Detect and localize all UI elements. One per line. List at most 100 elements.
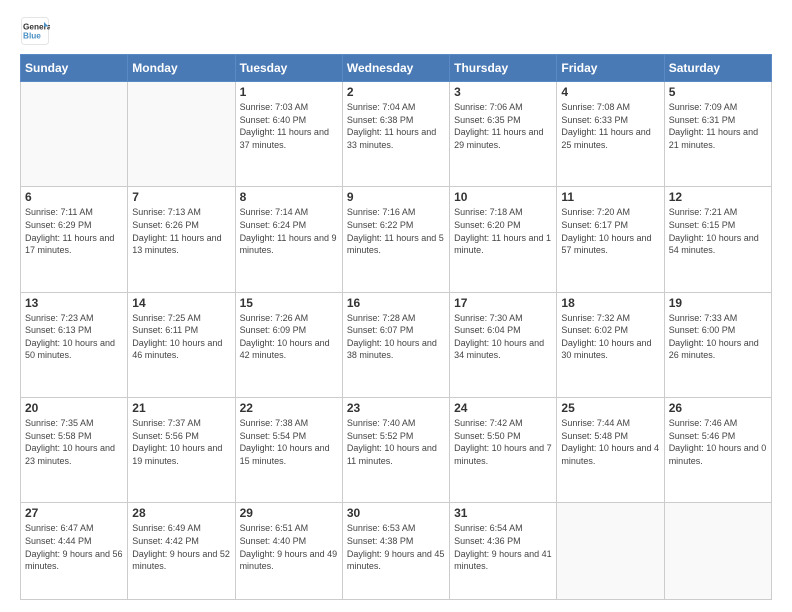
calendar-cell: 11Sunrise: 7:20 AM Sunset: 6:17 PM Dayli… [557, 187, 664, 292]
week-row-1: 1Sunrise: 7:03 AM Sunset: 6:40 PM Daylig… [21, 82, 772, 187]
calendar-cell: 30Sunrise: 6:53 AM Sunset: 4:38 PM Dayli… [342, 503, 449, 600]
calendar-cell [21, 82, 128, 187]
weekday-header-friday: Friday [557, 55, 664, 82]
logo: General Blue [20, 16, 54, 46]
day-number: 27 [25, 506, 123, 520]
day-number: 28 [132, 506, 230, 520]
calendar-cell: 13 Sunrise: 7:23 AM Sunset: 6:13 PM Dayli… [21, 292, 128, 397]
day-number: 3 [454, 85, 552, 99]
day-number: 22 [240, 401, 338, 415]
calendar-cell: 31 Sunrise: 6:54 AM Sunset: 4:36 PM Dayli… [450, 503, 557, 600]
day-number: 11 [561, 190, 659, 204]
calendar-cell: 26 Sunrise: 7:46 AM Sunset: 5:46 PM Dayli… [664, 398, 771, 503]
day-number: 15 [240, 296, 338, 310]
weekday-header-thursday: Thursday [450, 55, 557, 82]
day-info: Sunrise: 7:09 AM Sunset: 6:31 PM Dayligh… [669, 101, 767, 151]
day-info: Sunrise: 6:51 AM Sunset: 4:40 PM Dayligh… [240, 522, 338, 572]
day-info: Sunrise: 7:32 AM Sunset: 6:02 PM Dayligh… [561, 312, 659, 362]
day-info: Sunrise: 7:25 AM Sunset: 6:11 PM Dayligh… [132, 312, 230, 362]
weekday-header-row: SundayMondayTuesdayWednesdayThursdayFrid… [21, 55, 772, 82]
calendar-cell: 7Sunrise: 7:13 AM Sunset: 6:26 PM Daylig… [128, 187, 235, 292]
day-number: 20 [25, 401, 123, 415]
day-info: Sunrise: 7:14 AM Sunset: 6:24 PM Dayligh… [240, 206, 338, 256]
day-info: Sunrise: 7:18 AM Sunset: 6:20 PM Dayligh… [454, 206, 552, 256]
day-info: Sunrise: 7:06 AM Sunset: 6:35 PM Dayligh… [454, 101, 552, 151]
calendar-cell [128, 82, 235, 187]
calendar-cell: 23 Sunrise: 7:40 AM Sunset: 5:52 PM Dayli… [342, 398, 449, 503]
calendar-table: SundayMondayTuesdayWednesdayThursdayFrid… [20, 54, 772, 600]
calendar-cell: 29 Sunrise: 6:51 AM Sunset: 4:40 PM Dayli… [235, 503, 342, 600]
day-number: 31 [454, 506, 552, 520]
calendar-cell: 10 Sunrise: 7:18 AM Sunset: 6:20 PM Dayli… [450, 187, 557, 292]
calendar-cell: 28 Sunrise: 6:49 AM Sunset: 4:42 PM Dayli… [128, 503, 235, 600]
weekday-header-saturday: Saturday [664, 55, 771, 82]
day-info: Sunrise: 7:42 AM Sunset: 5:50 PM Dayligh… [454, 417, 552, 467]
day-info: Sunrise: 7:46 AM Sunset: 5:46 PM Dayligh… [669, 417, 767, 467]
day-number: 23 [347, 401, 445, 415]
header: General Blue [20, 16, 772, 46]
calendar-cell: 20Sunrise: 7:35 AM Sunset: 5:58 PM Dayli… [21, 398, 128, 503]
day-number: 16 [347, 296, 445, 310]
calendar-cell [557, 503, 664, 600]
calendar-cell: 15Sunrise: 7:26 AM Sunset: 6:09 PM Dayli… [235, 292, 342, 397]
calendar-cell: 6 Sunrise: 7:11 AM Sunset: 6:29 PM Daylig… [21, 187, 128, 292]
day-info: Sunrise: 7:08 AM Sunset: 6:33 PM Dayligh… [561, 101, 659, 151]
day-info: Sunrise: 7:11 AM Sunset: 6:29 PM Dayligh… [25, 206, 123, 256]
calendar-cell: 27 Sunrise: 6:47 AM Sunset: 4:44 PM Dayli… [21, 503, 128, 600]
day-info: Sunrise: 7:04 AM Sunset: 6:38 PM Dayligh… [347, 101, 445, 151]
day-number: 2 [347, 85, 445, 99]
day-info: Sunrise: 7:33 AM Sunset: 6:00 PM Dayligh… [669, 312, 767, 362]
weekday-header-tuesday: Tuesday [235, 55, 342, 82]
day-info: Sunrise: 6:49 AM Sunset: 4:42 PM Dayligh… [132, 522, 230, 572]
day-info: Sunrise: 7:44 AM Sunset: 5:48 PM Dayligh… [561, 417, 659, 467]
day-number: 25 [561, 401, 659, 415]
calendar-cell: 22 Sunrise: 7:38 AM Sunset: 5:54 PM Dayli… [235, 398, 342, 503]
day-info: Sunrise: 6:54 AM Sunset: 4:36 PM Dayligh… [454, 522, 552, 572]
calendar-cell: 3 Sunrise: 7:06 AM Sunset: 6:35 PM Daylig… [450, 82, 557, 187]
day-info: Sunrise: 7:30 AM Sunset: 6:04 PM Dayligh… [454, 312, 552, 362]
day-info: Sunrise: 6:53 AM Sunset: 4:38 PM Dayligh… [347, 522, 445, 572]
day-info: Sunrise: 7:21 AM Sunset: 6:15 PM Dayligh… [669, 206, 767, 256]
day-info: Sunrise: 7:40 AM Sunset: 5:52 PM Dayligh… [347, 417, 445, 467]
day-number: 1 [240, 85, 338, 99]
day-number: 9 [347, 190, 445, 204]
day-number: 18 [561, 296, 659, 310]
calendar-cell: 12 Sunrise: 7:21 AM Sunset: 6:15 PM Dayli… [664, 187, 771, 292]
weekday-header-sunday: Sunday [21, 55, 128, 82]
calendar-cell [664, 503, 771, 600]
day-number: 19 [669, 296, 767, 310]
calendar-cell: 1Sunrise: 7:03 AM Sunset: 6:40 PM Daylig… [235, 82, 342, 187]
day-info: Sunrise: 7:38 AM Sunset: 5:54 PM Dayligh… [240, 417, 338, 467]
calendar-cell: 18 Sunrise: 7:32 AM Sunset: 6:02 PM Dayli… [557, 292, 664, 397]
logo-icon: General Blue [20, 16, 50, 46]
day-number: 12 [669, 190, 767, 204]
day-info: Sunrise: 7:16 AM Sunset: 6:22 PM Dayligh… [347, 206, 445, 256]
day-info: Sunrise: 7:13 AM Sunset: 6:26 PM Dayligh… [132, 206, 230, 256]
calendar-cell: 5Sunrise: 7:09 AM Sunset: 6:31 PM Daylig… [664, 82, 771, 187]
svg-text:General: General [23, 23, 50, 32]
week-row-4: 20Sunrise: 7:35 AM Sunset: 5:58 PM Dayli… [21, 398, 772, 503]
calendar-cell: 8Sunrise: 7:14 AM Sunset: 6:24 PM Daylig… [235, 187, 342, 292]
day-number: 10 [454, 190, 552, 204]
day-number: 13 [25, 296, 123, 310]
calendar-cell: 24 Sunrise: 7:42 AM Sunset: 5:50 PM Dayli… [450, 398, 557, 503]
day-number: 21 [132, 401, 230, 415]
day-number: 4 [561, 85, 659, 99]
day-number: 17 [454, 296, 552, 310]
svg-text:Blue: Blue [23, 32, 41, 41]
day-number: 26 [669, 401, 767, 415]
day-number: 6 [25, 190, 123, 204]
week-row-5: 27 Sunrise: 6:47 AM Sunset: 4:44 PM Dayli… [21, 503, 772, 600]
calendar-cell: 19 Sunrise: 7:33 AM Sunset: 6:00 PM Dayli… [664, 292, 771, 397]
day-number: 29 [240, 506, 338, 520]
calendar-cell: 4 Sunrise: 7:08 AM Sunset: 6:33 PM Daylig… [557, 82, 664, 187]
calendar-cell: 25 Sunrise: 7:44 AM Sunset: 5:48 PM Dayli… [557, 398, 664, 503]
day-info: Sunrise: 6:47 AM Sunset: 4:44 PM Dayligh… [25, 522, 123, 572]
day-info: Sunrise: 7:23 AM Sunset: 6:13 PM Dayligh… [25, 312, 123, 362]
calendar-cell: 2 Sunrise: 7:04 AM Sunset: 6:38 PM Daylig… [342, 82, 449, 187]
day-number: 24 [454, 401, 552, 415]
calendar-cell: 9 Sunrise: 7:16 AM Sunset: 6:22 PM Daylig… [342, 187, 449, 292]
day-number: 14 [132, 296, 230, 310]
weekday-header-monday: Monday [128, 55, 235, 82]
day-info: Sunrise: 7:28 AM Sunset: 6:07 PM Dayligh… [347, 312, 445, 362]
